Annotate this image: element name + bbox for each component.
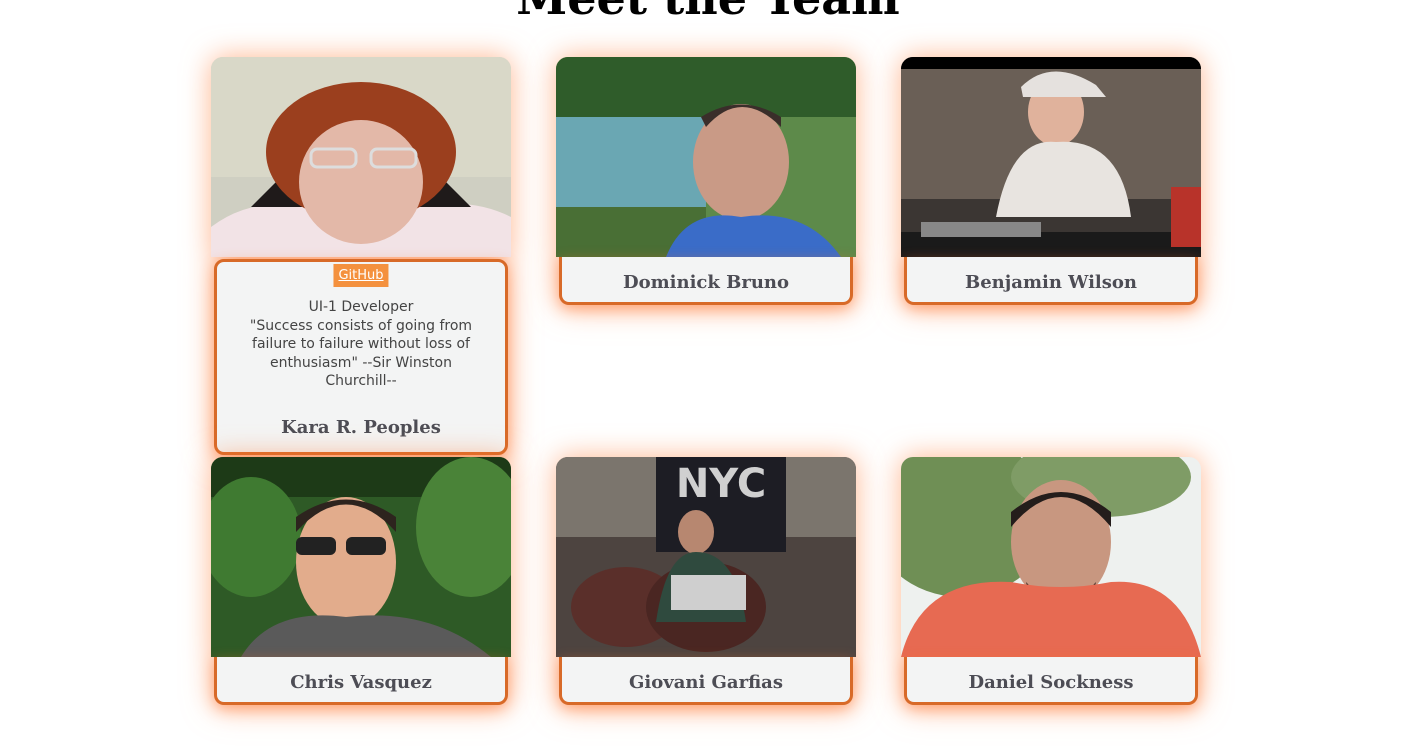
team-photo [211,57,511,257]
team-photo [556,57,856,257]
team-photo [901,57,1201,257]
team-card-giovani[interactable]: NYC Giovani Garfias [556,457,856,705]
team-quote: "Success consists of going from failure … [249,317,473,390]
team-card-benjamin[interactable]: Benjamin Wilson [901,57,1201,305]
team-name: Chris Vasquez [290,672,432,693]
svg-text:NYC: NYC [676,461,766,507]
team-card-daniel[interactable]: Daniel Sockness [901,457,1201,705]
team-info: Giovani Garfias [559,657,853,705]
team-info: Chris Vasquez [214,657,508,705]
team-name: Daniel Sockness [968,672,1134,693]
team-photo [901,457,1201,657]
team-card-kara[interactable]: GitHub UI-1 Developer "Success consists … [211,57,511,455]
team-card-chris[interactable]: Chris Vasquez [211,457,511,705]
team-name: Kara R. Peoples [281,417,441,438]
team-name: Dominick Bruno [623,272,789,293]
team-name: Giovani Garfias [629,672,783,693]
team-card-dominick[interactable]: Dominick Bruno [556,57,856,305]
team-photo: NYC [556,457,856,657]
github-link[interactable]: GitHub [333,264,389,287]
team-info: GitHub UI-1 Developer "Success consists … [214,259,508,455]
team-info: Daniel Sockness [904,657,1198,705]
team-bio: UI-1 Developer "Success consists of goin… [237,298,485,391]
page-title: Meet the Team [0,0,1416,21]
team-info: Benjamin Wilson [904,257,1198,305]
team-name: Benjamin Wilson [965,272,1137,293]
team-info: Dominick Bruno [559,257,853,305]
team-page: Meet the Team GitHub UI-1 Developer "Suc… [0,0,1416,751]
team-photo [211,457,511,657]
team-role: UI-1 Developer [308,299,414,315]
